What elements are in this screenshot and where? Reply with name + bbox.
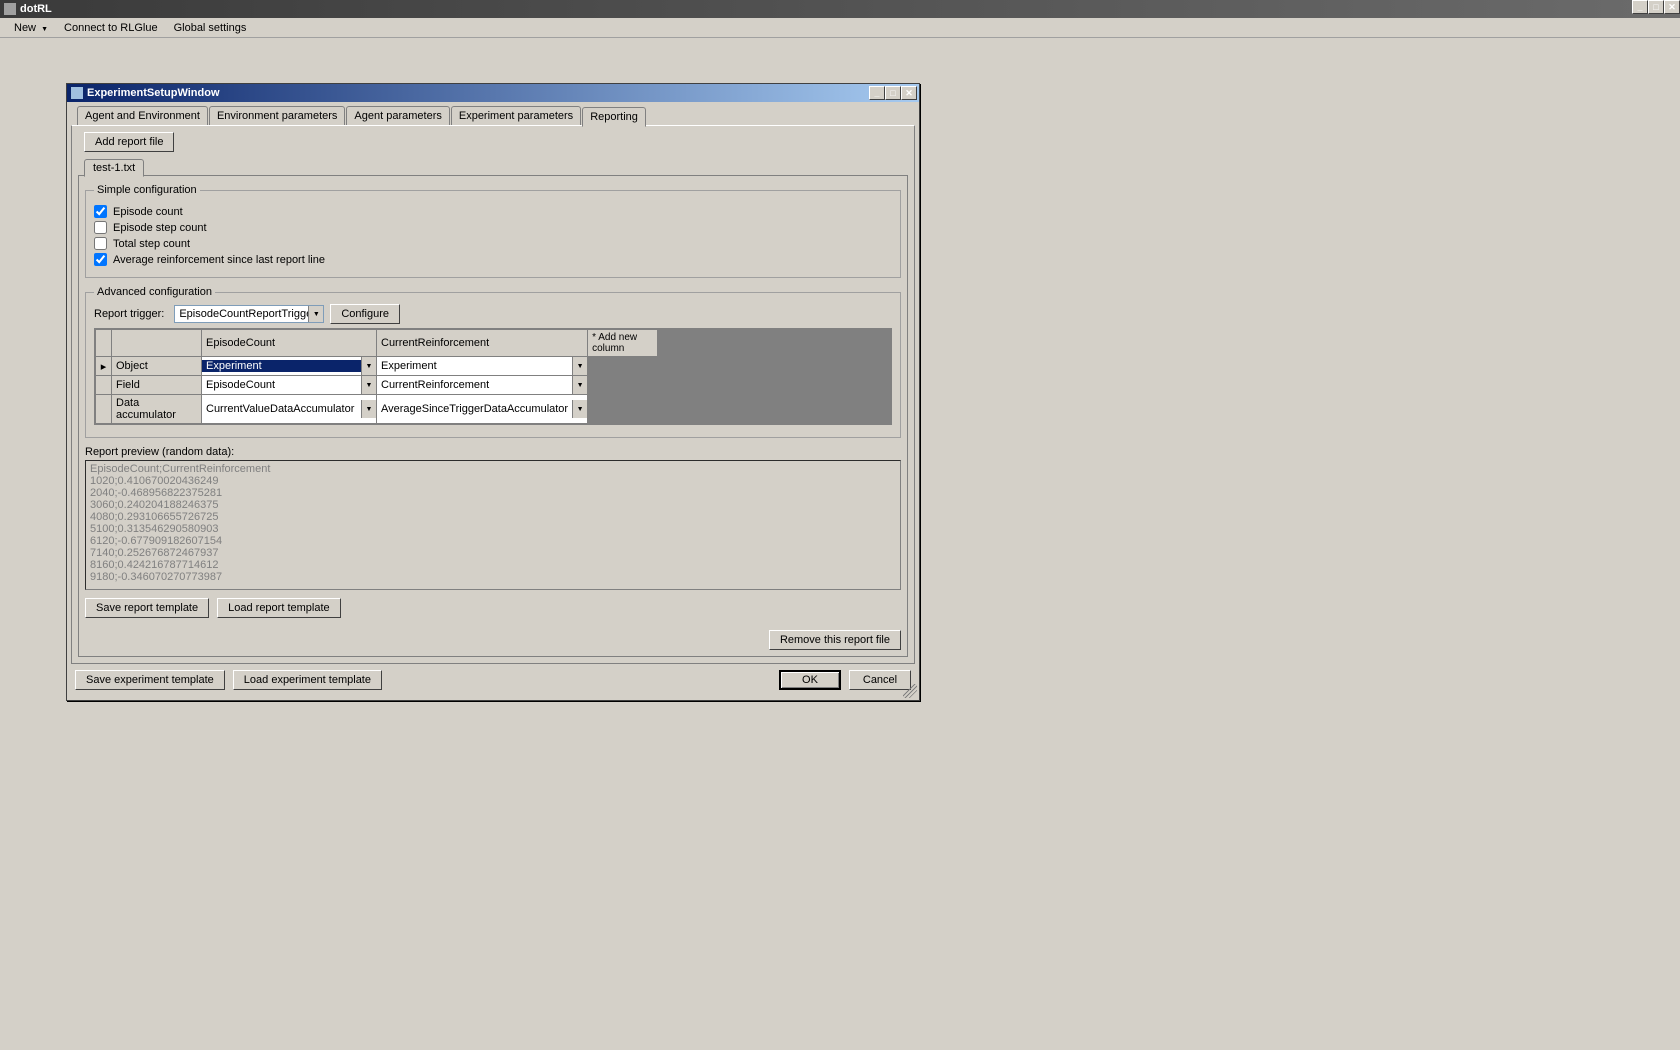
total-step-count-checkbox[interactable] bbox=[94, 237, 107, 250]
grid-row-object: ▸ Object Experiment▼ Experiment▼ bbox=[96, 357, 891, 376]
chevron-down-icon: ▼ bbox=[572, 357, 587, 375]
reporting-panel: Add report file test-1.txt Simple config… bbox=[71, 125, 915, 664]
dialog-bottom-row: Save experiment template Load experiment… bbox=[71, 664, 915, 696]
app-icon bbox=[4, 3, 16, 15]
tab-agent-parameters[interactable]: Agent parameters bbox=[346, 106, 449, 126]
dialog-body: Agent and Environment Environment parame… bbox=[67, 102, 919, 700]
grid-add-column[interactable]: * Add new column bbox=[588, 330, 658, 357]
main-minimize-button[interactable]: _ bbox=[1632, 0, 1648, 14]
advanced-configuration-group: Advanced configuration Report trigger: E… bbox=[85, 286, 901, 438]
report-file-panel: Simple configuration Episode count Episo… bbox=[78, 175, 908, 657]
report-preview-box[interactable]: EpisodeCount;CurrentReinforcement 1020;0… bbox=[85, 460, 901, 590]
advanced-configuration-legend: Advanced configuration bbox=[94, 286, 215, 298]
tab-environment-parameters[interactable]: Environment parameters bbox=[209, 106, 345, 126]
dialog-maximize-button[interactable]: □ bbox=[885, 86, 901, 100]
tab-agent-environment[interactable]: Agent and Environment bbox=[77, 106, 208, 126]
experiment-setup-dialog: ExperimentSetupWindow _ □ ✕ Agent and En… bbox=[66, 83, 920, 701]
main-titlebar: dotRL _ □ ✕ bbox=[0, 0, 1680, 18]
main-close-button[interactable]: ✕ bbox=[1664, 0, 1680, 14]
avg-reinforcement-checkbox[interactable] bbox=[94, 253, 107, 266]
episode-step-count-label: Episode step count bbox=[113, 222, 207, 234]
resize-grip-icon[interactable] bbox=[903, 684, 917, 698]
cancel-button[interactable]: Cancel bbox=[849, 670, 911, 690]
episode-step-count-checkbox[interactable] bbox=[94, 221, 107, 234]
grid-rowheader-col bbox=[112, 330, 202, 357]
grid-col-currentreinforcement[interactable]: CurrentReinforcement bbox=[377, 330, 588, 357]
simple-configuration-legend: Simple configuration bbox=[94, 184, 200, 196]
grid-col-episodecount[interactable]: EpisodeCount bbox=[202, 330, 377, 357]
grid-header-row: EpisodeCount CurrentReinforcement * Add … bbox=[96, 330, 891, 357]
dialog-icon bbox=[71, 87, 83, 99]
simple-configuration-group: Simple configuration Episode count Episo… bbox=[85, 184, 901, 278]
grid-row-field: Field EpisodeCount▼ CurrentReinforcement… bbox=[96, 376, 891, 395]
add-report-file-button[interactable]: Add report file bbox=[84, 132, 174, 152]
dialog-minimize-button[interactable]: _ bbox=[869, 86, 885, 100]
chevron-down-icon: ▼ bbox=[572, 400, 587, 418]
load-experiment-template-button[interactable]: Load experiment template bbox=[233, 670, 382, 690]
menu-global-settings[interactable]: Global settings bbox=[166, 20, 255, 36]
cell-accumulator-col1[interactable]: CurrentValueDataAccumulator▼ bbox=[202, 395, 377, 424]
configure-button[interactable]: Configure bbox=[330, 304, 400, 324]
cell-field-col2[interactable]: CurrentReinforcement▼ bbox=[377, 376, 588, 395]
main-tabstrip: Agent and Environment Environment parame… bbox=[77, 106, 915, 126]
grid-corner bbox=[96, 330, 112, 357]
menu-new[interactable]: New ▼ bbox=[6, 20, 56, 36]
menu-new-label: New bbox=[14, 22, 36, 34]
total-step-count-label: Total step count bbox=[113, 238, 190, 250]
episode-count-label: Episode count bbox=[113, 206, 183, 218]
row-indicator-icon: ▸ bbox=[96, 357, 112, 376]
chevron-down-icon: ▼ bbox=[361, 357, 376, 375]
save-report-template-button[interactable]: Save report template bbox=[85, 598, 209, 618]
cell-object-col2[interactable]: Experiment▼ bbox=[377, 357, 588, 376]
dialog-title: ExperimentSetupWindow bbox=[87, 87, 220, 99]
desktop-area: ExperimentSetupWindow _ □ ✕ Agent and En… bbox=[0, 38, 1680, 1050]
chevron-down-icon: ▼ bbox=[308, 306, 323, 322]
report-trigger-value: EpisodeCountReportTrigger bbox=[175, 308, 308, 320]
cell-object-col1[interactable]: Experiment▼ bbox=[202, 357, 377, 376]
report-file-tab[interactable]: test-1.txt bbox=[84, 159, 144, 177]
main-menubar: New ▼ Connect to RLGlue Global settings bbox=[0, 18, 1680, 38]
ok-button[interactable]: OK bbox=[779, 670, 841, 690]
report-file-tabstrip: test-1.txt bbox=[84, 158, 908, 176]
cell-field-col1[interactable]: EpisodeCount▼ bbox=[202, 376, 377, 395]
row-header-field: Field bbox=[112, 376, 202, 395]
cell-accumulator-col2[interactable]: AverageSinceTriggerDataAccumulator▼ bbox=[377, 395, 588, 424]
menu-connect-rlglue[interactable]: Connect to RLGlue bbox=[56, 20, 166, 36]
chevron-down-icon: ▼ bbox=[572, 376, 587, 394]
dialog-close-button[interactable]: ✕ bbox=[901, 86, 917, 100]
main-maximize-button[interactable]: □ bbox=[1648, 0, 1664, 14]
row-header-accumulator: Data accumulator bbox=[112, 395, 202, 424]
report-trigger-combo[interactable]: EpisodeCountReportTrigger ▼ bbox=[174, 305, 324, 323]
dropdown-arrow-icon: ▼ bbox=[41, 26, 48, 33]
columns-grid[interactable]: EpisodeCount CurrentReinforcement * Add … bbox=[94, 328, 892, 425]
load-report-template-button[interactable]: Load report template bbox=[217, 598, 341, 618]
chevron-down-icon: ▼ bbox=[361, 376, 376, 394]
report-preview-label: Report preview (random data): bbox=[85, 446, 901, 458]
dialog-titlebar[interactable]: ExperimentSetupWindow _ □ ✕ bbox=[67, 84, 919, 102]
save-experiment-template-button[interactable]: Save experiment template bbox=[75, 670, 225, 690]
episode-count-checkbox[interactable] bbox=[94, 205, 107, 218]
row-header-object: Object bbox=[112, 357, 202, 376]
grid-empty-space bbox=[658, 330, 891, 357]
remove-report-file-button[interactable]: Remove this report file bbox=[769, 630, 901, 650]
chevron-down-icon: ▼ bbox=[361, 400, 376, 418]
cell-empty bbox=[588, 357, 658, 376]
report-trigger-label: Report trigger: bbox=[94, 308, 164, 320]
grid-row-data-accumulator: Data accumulator CurrentValueDataAccumul… bbox=[96, 395, 891, 424]
tab-experiment-parameters[interactable]: Experiment parameters bbox=[451, 106, 581, 126]
app-title: dotRL bbox=[20, 3, 52, 15]
tab-reporting[interactable]: Reporting bbox=[582, 107, 646, 127]
avg-reinforcement-label: Average reinforcement since last report … bbox=[113, 254, 325, 266]
